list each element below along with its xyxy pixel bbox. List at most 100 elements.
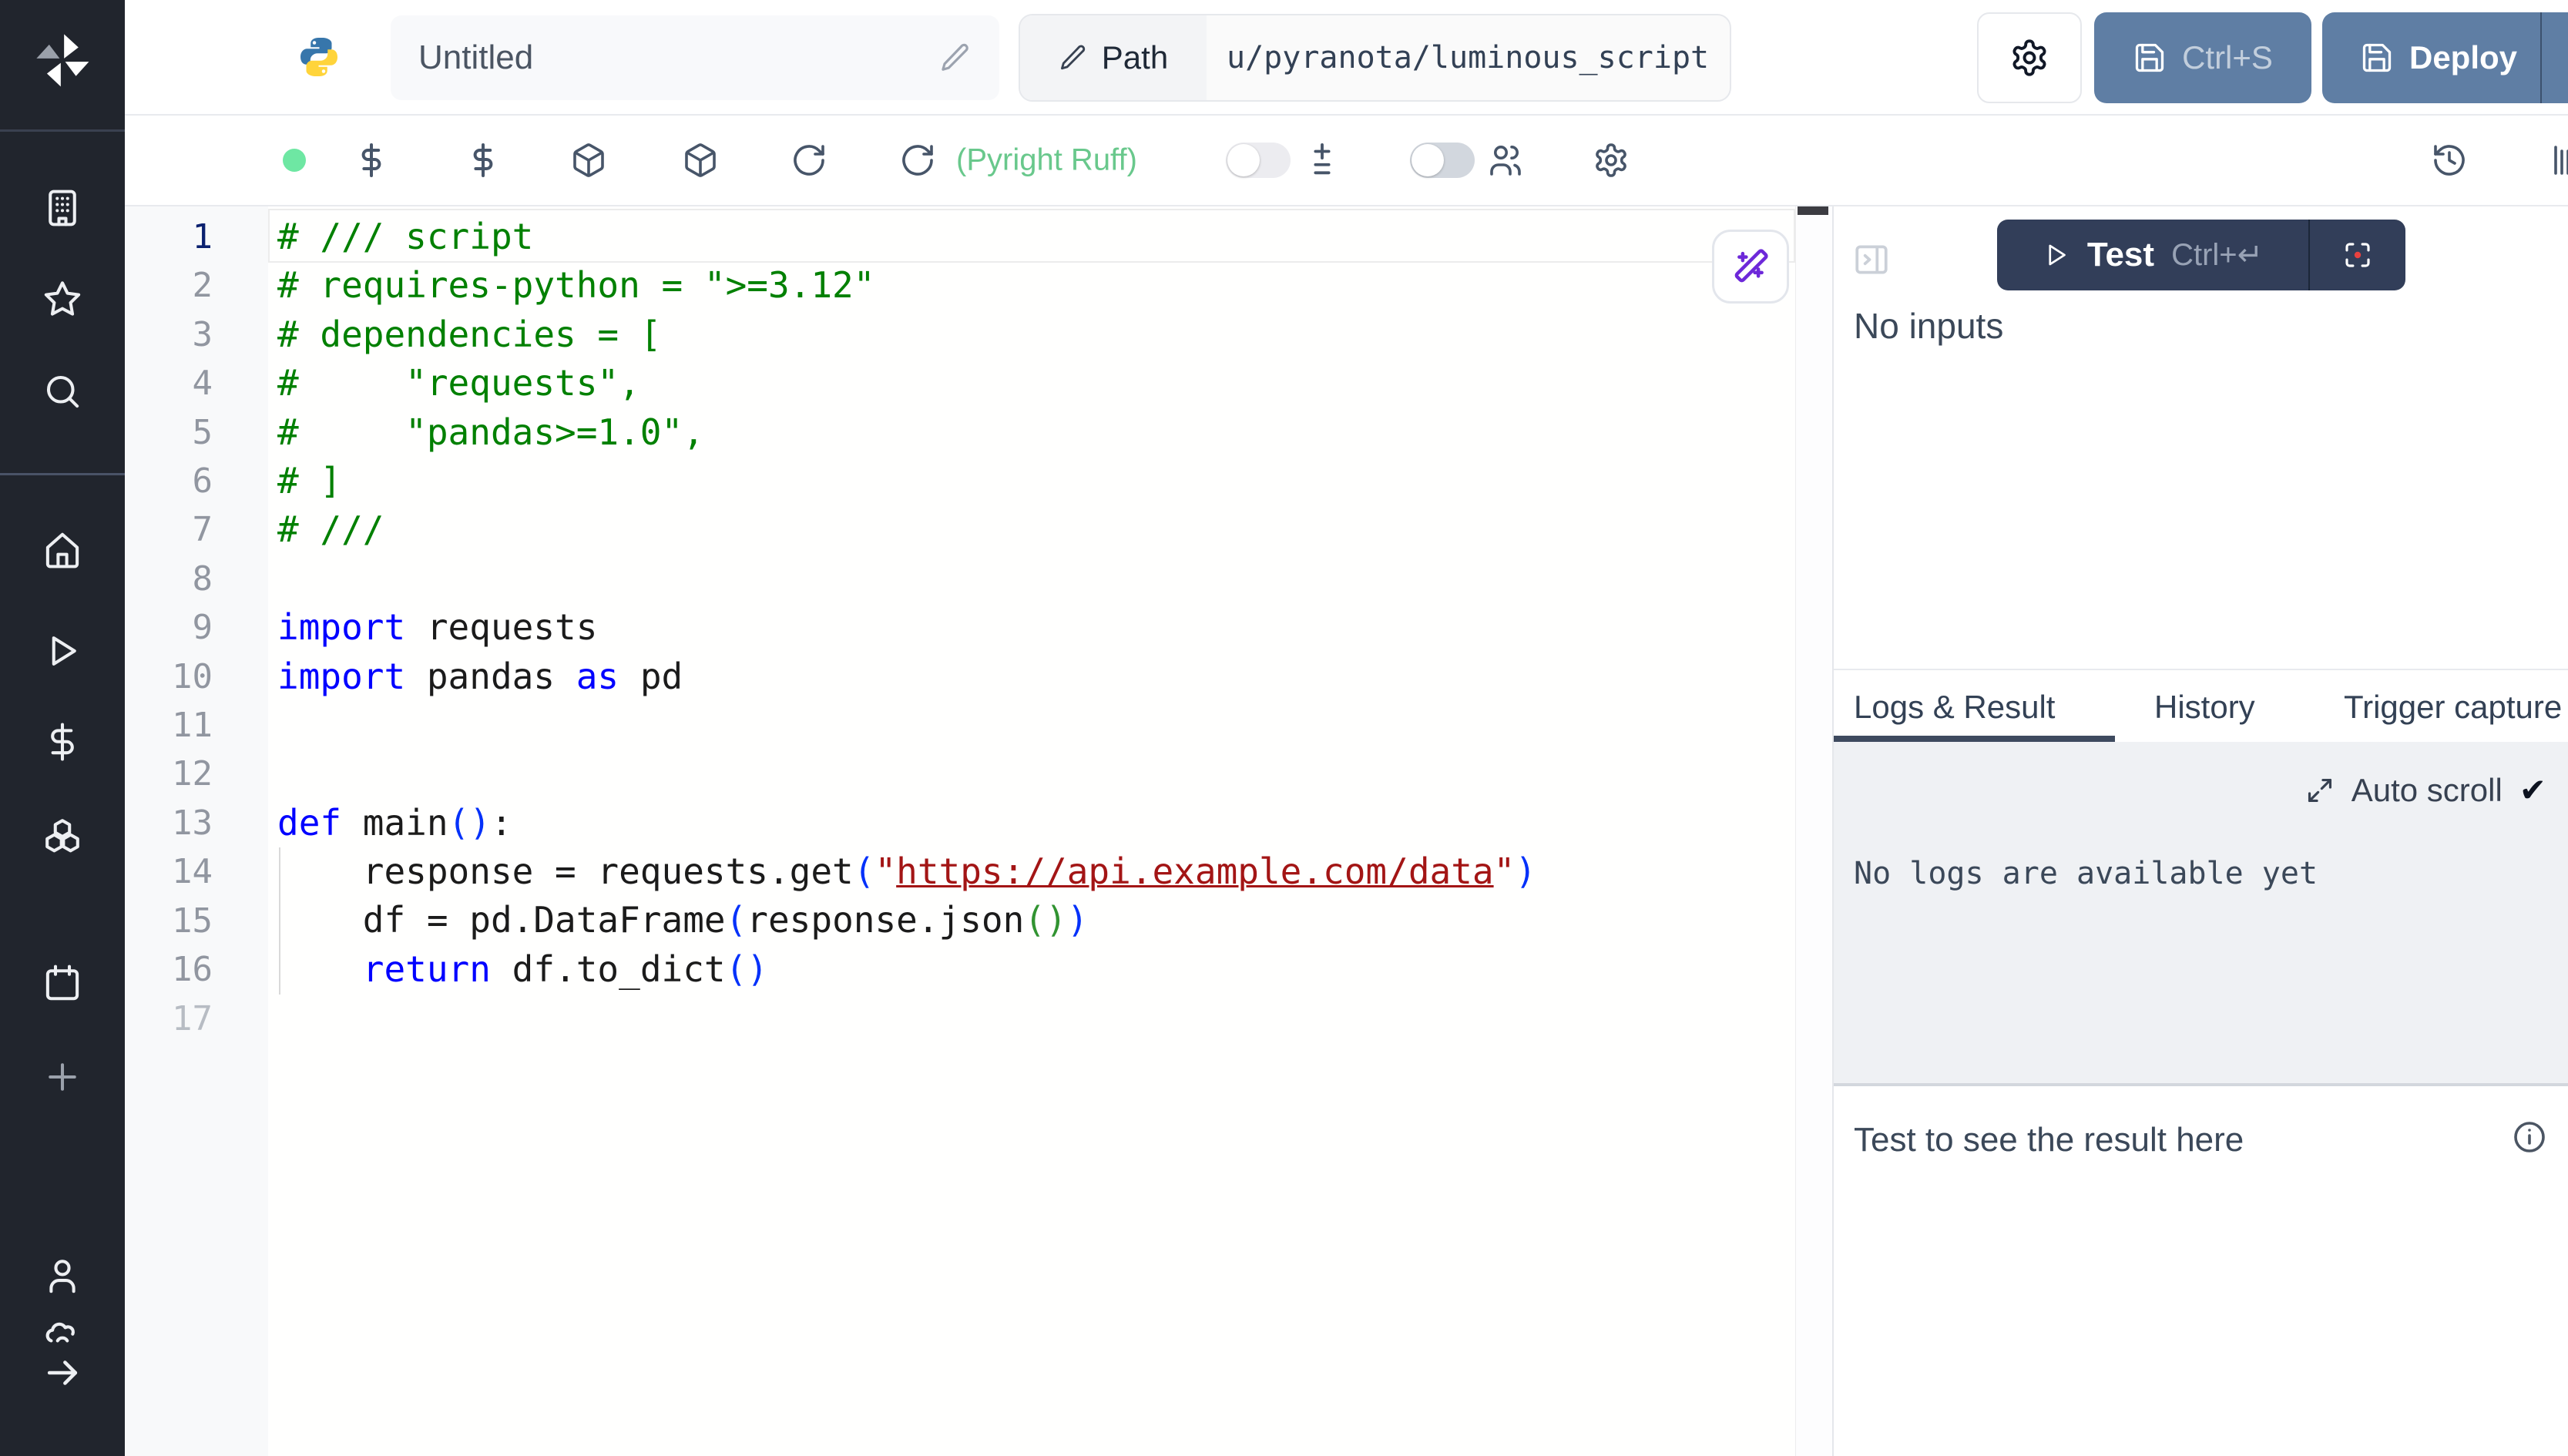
users-icon	[1487, 142, 1524, 179]
test-button[interactable]: Test Ctrl+↵	[1997, 220, 2405, 290]
gear-icon	[2009, 38, 2049, 78]
edit-title-pencil-icon[interactable]	[939, 42, 972, 74]
save-shortcut-label: Ctrl+S	[2182, 39, 2273, 76]
line-number: 6	[125, 457, 213, 505]
auto-scroll-control[interactable]: Auto scroll ✔	[2305, 771, 2546, 809]
script-title-box[interactable]: Untitled	[391, 15, 999, 100]
deploy-button[interactable]: Deploy	[2322, 12, 2568, 103]
runs-play-icon[interactable]	[42, 630, 83, 672]
user-account-icon[interactable]	[42, 1255, 83, 1297]
add-plus-icon[interactable]	[42, 1056, 83, 1098]
lint-status-label: (Pyright Ruff)	[956, 143, 1137, 178]
code-lines[interactable]: # /// script# requires-python = ">=3.12"…	[277, 213, 1795, 1043]
line-number: 16	[125, 945, 213, 994]
line-number: 14	[125, 847, 213, 896]
path-value[interactable]: u/pyranota/luminous_script	[1207, 15, 1730, 100]
code-editor[interactable]: 1234567891011121314151617 # /// script# …	[125, 206, 1795, 1456]
editor-toolbar: (Pyright Ruff)	[125, 116, 2568, 206]
code-line[interactable]	[277, 555, 1795, 603]
code-line[interactable]	[277, 701, 1795, 750]
active-tab-underline	[1834, 736, 2115, 742]
code-line[interactable]: def main():	[277, 799, 1795, 847]
save-draft-button[interactable]: Ctrl+S	[2094, 12, 2311, 103]
sidebar-top-divider	[0, 129, 125, 132]
code-line[interactable]: response = requests.get("https://api.exa…	[277, 847, 1795, 896]
line-number: 8	[125, 555, 213, 603]
library-icon[interactable]	[2550, 142, 2568, 179]
path-label-section: Path	[1020, 15, 1207, 100]
ai-assistant-button[interactable]	[1712, 230, 1789, 304]
settings-button[interactable]	[1977, 12, 2082, 103]
tab-logs-result[interactable]: Logs & Result	[1854, 670, 2055, 742]
windmill-logo-icon[interactable]	[29, 27, 96, 93]
save-icon	[2360, 41, 2394, 75]
collapse-panel-icon[interactable]	[1852, 240, 1891, 279]
overview-ruler-mark	[1798, 206, 1828, 215]
variables-dollar-icon[interactable]	[465, 142, 502, 179]
script-editor-page: Untitled Path u/pyranota/luminous_script	[0, 0, 2568, 1456]
info-icon[interactable]	[2511, 1119, 2548, 1156]
line-number: 9	[125, 603, 213, 652]
code-line[interactable]: df = pd.DataFrame(response.json())	[277, 896, 1795, 944]
tab-history[interactable]: History	[2154, 670, 2255, 742]
tab-trigger-capture[interactable]: Trigger capture	[2344, 670, 2562, 742]
line-number: 10	[125, 653, 213, 701]
no-inputs-label: No inputs	[1854, 305, 2003, 347]
gutter-numbers: 1234567891011121314151617	[125, 213, 213, 1043]
line-number: 2	[125, 261, 213, 310]
code-line[interactable]	[277, 994, 1795, 1042]
code-line[interactable]: # requires-python = ">=3.12"	[277, 261, 1795, 310]
line-number: 5	[125, 408, 213, 457]
code-line[interactable]: # ]	[277, 457, 1795, 505]
code-line[interactable]	[277, 750, 1795, 798]
line-number: 11	[125, 701, 213, 750]
variables-dollar-icon[interactable]	[42, 721, 83, 763]
code-line[interactable]: import pandas as pd	[277, 653, 1795, 701]
code-line[interactable]: # dependencies = [	[277, 310, 1795, 359]
panel-tabs: Logs & Result History Trigger capture	[1834, 669, 2568, 742]
logs-area: Auto scroll ✔ No logs are available yet	[1834, 742, 2568, 1083]
editor-settings-gear-icon[interactable]	[1593, 142, 1630, 179]
collab-mode-toggle[interactable]	[1410, 143, 1475, 178]
favorites-star-icon[interactable]	[42, 278, 83, 320]
path-pill[interactable]: Path u/pyranota/luminous_script	[1019, 14, 1731, 102]
code-line[interactable]: # ///	[277, 505, 1795, 554]
deploy-label: Deploy	[2409, 39, 2517, 76]
search-icon[interactable]	[42, 371, 83, 412]
assets-dollar-icon[interactable]	[353, 142, 390, 179]
python-logo-icon	[296, 34, 342, 80]
code-line[interactable]: # "pandas>=1.0",	[277, 408, 1795, 457]
code-line[interactable]: import requests	[277, 603, 1795, 652]
package-icon[interactable]	[682, 142, 719, 179]
home-icon[interactable]	[42, 529, 83, 571]
result-hint: Test to see the result here	[1854, 1121, 2244, 1159]
package-icon[interactable]	[570, 142, 607, 179]
editor-scrollbar[interactable]	[1795, 206, 1832, 1456]
deploy-options-caret[interactable]	[2542, 12, 2568, 103]
line-number: 15	[125, 897, 213, 945]
capture-test-icon[interactable]	[2310, 239, 2405, 271]
diff-mode-toggle[interactable]	[1226, 143, 1291, 178]
top-bar: Untitled Path u/pyranota/luminous_script	[125, 0, 2568, 116]
history-icon[interactable]	[2431, 142, 2468, 179]
indent-guide	[279, 847, 280, 995]
test-shortcut: Ctrl+↵	[2171, 237, 2263, 273]
code-line[interactable]: # "requests",	[277, 359, 1795, 408]
diff-plus-minus-icon	[1304, 140, 1340, 180]
no-logs-message: No logs are available yet	[1854, 856, 2318, 891]
code-line[interactable]: # /// script	[277, 213, 1795, 261]
reload-icon[interactable]	[791, 142, 827, 179]
path-label: Path	[1102, 39, 1168, 76]
reload-icon[interactable]	[899, 142, 936, 179]
line-number: 4	[125, 359, 213, 408]
play-icon	[2043, 241, 2070, 269]
line-number: 17	[125, 995, 213, 1043]
expand-sidebar-arrow-icon[interactable]	[42, 1352, 83, 1394]
code-line[interactable]: return df.to_dict()	[277, 945, 1795, 994]
result-area: Test to see the result here	[1834, 1086, 2568, 1456]
schedules-calendar-icon[interactable]	[42, 962, 83, 1004]
auto-scroll-label: Auto scroll	[2351, 772, 2503, 809]
sidebar-section-divider	[0, 473, 125, 475]
resources-boxes-icon[interactable]	[42, 817, 83, 858]
workspace-building-icon[interactable]	[42, 187, 83, 229]
